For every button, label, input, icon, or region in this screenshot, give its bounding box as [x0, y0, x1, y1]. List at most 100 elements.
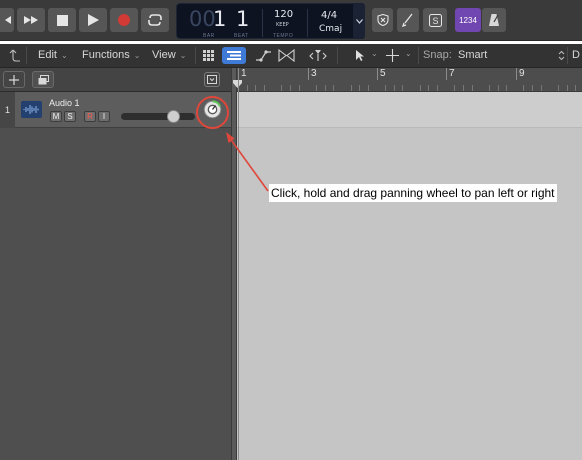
- tuner-button[interactable]: [397, 8, 419, 32]
- fast-forward-button[interactable]: [17, 8, 45, 32]
- beat-tick: [575, 85, 577, 91]
- track-region-lane[interactable]: [237, 92, 582, 128]
- global-tracks-button[interactable]: [204, 72, 220, 87]
- flex-icon[interactable]: [278, 49, 295, 62]
- arrange-area[interactable]: [237, 128, 582, 460]
- solo-icon: S: [428, 13, 442, 27]
- bar-tick: [238, 68, 239, 80]
- grid-view-icon[interactable]: [203, 50, 214, 61]
- beat-tick: [289, 85, 291, 91]
- tuning-fork-icon: [402, 13, 413, 27]
- bar-number-7: 7: [449, 68, 455, 79]
- back-arrow-icon[interactable]: [9, 49, 21, 62]
- snap-select[interactable]: Smart: [453, 47, 567, 64]
- beat-tick: [359, 85, 361, 91]
- toolbar-separator: [567, 47, 568, 64]
- bar-value: 1: [213, 7, 227, 31]
- chevron-down-icon: ⌄: [179, 51, 187, 60]
- track-name[interactable]: Audio 1: [49, 98, 80, 108]
- add-track-button[interactable]: [3, 71, 25, 88]
- play-button[interactable]: [79, 8, 107, 32]
- beat-tick: [540, 85, 542, 91]
- cycle-button[interactable]: [141, 8, 169, 32]
- beat-tick: [264, 85, 265, 91]
- lcd-display[interactable]: 00 1 BAR 1 BEAT 120 KEEP TEMPO 4/4 Cmaj: [176, 3, 364, 39]
- toolbar-separator: [26, 47, 27, 64]
- control-bar: 00 1 BAR 1 BEAT 120 KEEP TEMPO 4/4 Cmaj …: [0, 0, 582, 41]
- beat-tick: [315, 85, 317, 91]
- beat-tick: [324, 85, 326, 91]
- view-menu[interactable]: View ⌄: [152, 48, 186, 63]
- volume-slider[interactable]: [121, 113, 195, 120]
- record-icon: [118, 14, 130, 26]
- beat-tick: [367, 85, 369, 91]
- cycle-icon: [148, 14, 162, 26]
- stop-button[interactable]: [48, 8, 76, 32]
- track-list: 1 Audio 1 M S R I: [0, 92, 231, 460]
- beat-tick: [566, 85, 568, 91]
- input-monitor-button[interactable]: I: [98, 111, 110, 122]
- chevron-down-icon: ⌄: [405, 49, 412, 58]
- pointer-tool-icon: [356, 50, 364, 61]
- tempo-value: 120: [274, 9, 294, 20]
- left-click-tool-select[interactable]: ⌄: [355, 48, 383, 64]
- beat-tick: [402, 85, 404, 91]
- beat-tick: [281, 85, 283, 91]
- solo-button[interactable]: S: [64, 111, 76, 122]
- beat-tick: [462, 85, 464, 91]
- toolbar-separator: [337, 47, 338, 64]
- snap-label: Snap:: [423, 49, 452, 61]
- beat-tick: [428, 85, 430, 91]
- keep-label: KEEP: [276, 22, 289, 28]
- beat-tick: [558, 85, 560, 91]
- lcd-separator: [262, 9, 263, 37]
- track-list-view-button[interactable]: [222, 47, 246, 64]
- automation-icon[interactable]: [255, 49, 272, 62]
- list-view-icon: [227, 51, 241, 60]
- metronome-button[interactable]: [482, 8, 506, 32]
- playhead-line: [238, 80, 239, 460]
- snap-value: Smart: [458, 49, 488, 61]
- record-button[interactable]: [110, 8, 138, 32]
- bar-leading-zeros: 00: [189, 7, 216, 31]
- lcd-mode-dropdown[interactable]: [353, 3, 365, 39]
- toolbar-separator: [195, 47, 196, 64]
- bar-tick: [377, 68, 378, 80]
- stop-icon: [56, 14, 68, 26]
- track-header-bar: [0, 68, 231, 92]
- replace-mode-button[interactable]: [372, 8, 393, 32]
- chevron-down-icon: ⌄: [60, 51, 68, 60]
- beat-tick: [385, 85, 387, 91]
- solo-mode-button[interactable]: S: [423, 8, 447, 32]
- command-click-tool-select[interactable]: ⌄: [386, 48, 416, 64]
- beat-tick: [255, 85, 257, 91]
- functions-menu-label: Functions: [82, 49, 130, 61]
- shield-x-icon: [376, 14, 389, 26]
- beat-tick: [488, 85, 490, 91]
- volume-slider-handle[interactable]: [167, 110, 180, 123]
- rewind-button[interactable]: [0, 8, 14, 32]
- time-signature: 4/4: [321, 10, 338, 21]
- audio-waveform-icon: [21, 101, 42, 118]
- beat-value: 1: [236, 7, 250, 31]
- mute-button[interactable]: M: [50, 111, 62, 122]
- collapse-icon: [207, 75, 217, 84]
- duplicate-track-button[interactable]: [32, 71, 54, 88]
- bar-number-9: 9: [519, 68, 525, 79]
- bar-tick: [308, 68, 309, 80]
- record-enable-button[interactable]: R: [84, 111, 96, 122]
- duplicate-icon: [38, 75, 49, 85]
- rewind-icon: [5, 16, 11, 24]
- count-in-button[interactable]: 1234: [455, 8, 481, 32]
- beat-tick: [471, 85, 473, 91]
- catch-playhead-icon[interactable]: [308, 49, 328, 62]
- bar-number-1: 1: [241, 68, 247, 79]
- edit-menu[interactable]: Edit ⌄: [38, 48, 68, 63]
- beat-tick: [246, 85, 248, 91]
- beat-tick: [497, 85, 499, 91]
- functions-menu[interactable]: Functions ⌄: [82, 48, 140, 63]
- annotation-callout: Click, hold and drag panning wheel to pa…: [269, 184, 557, 202]
- bar-ruler[interactable]: 1 3 5 7 9: [233, 68, 582, 92]
- play-icon: [87, 14, 99, 26]
- beat-tick: [393, 85, 395, 91]
